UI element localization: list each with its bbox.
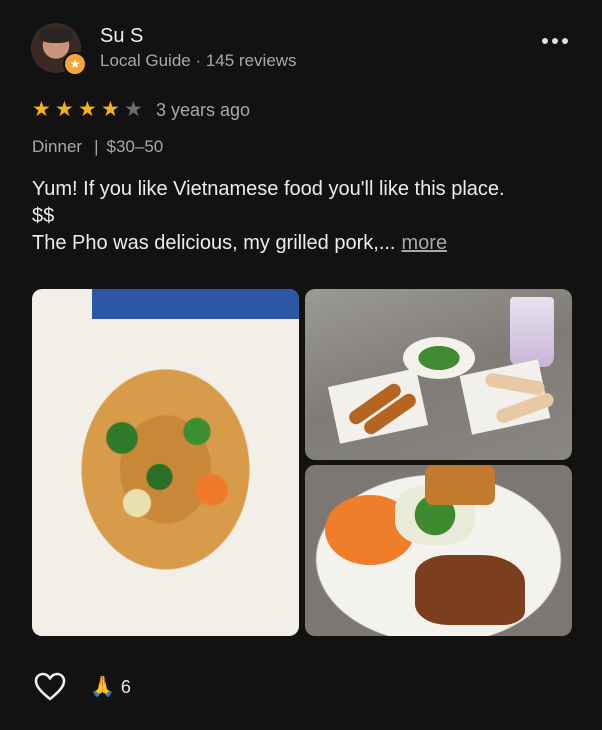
star-filled-icon: ★ [101,98,120,121]
reviewer-name[interactable]: Su S [100,25,143,48]
review-tags: Dinner | $30–50 [32,137,163,157]
star-filled-icon: ★ [78,98,97,121]
reviewer-avatar[interactable]: ★ [31,23,87,76]
vermicelli-bowl-photo[interactable] [305,465,572,636]
heart-outline-icon[interactable] [34,672,66,702]
star-empty-icon: ★ [124,98,143,121]
egg-rolls-photo[interactable] [305,289,572,460]
rating-row: ★ ★ ★ ★ ★ 3 years ago [32,99,250,121]
thanks-count: 6 [120,676,131,697]
review-text: Yum! If you like Vietnamese food you'll … [32,176,572,257]
local-guide-badge-icon: ★ [63,52,87,76]
price-tag: $30–50 [106,137,164,156]
star-filled-icon: ★ [55,98,74,121]
meal-type-tag: Dinner [32,137,83,156]
praying-hands-icon: 🙏 [90,676,115,698]
star-rating: ★ ★ ★ ★ ★ [32,99,147,121]
review-text-line: $$ [32,205,55,227]
more-link[interactable]: more [402,232,448,254]
pho-bowl-photo[interactable] [32,289,299,636]
review-text-line: The Pho was delicious, my grilled pork,.… [32,232,396,254]
tag-separator: | [94,137,99,156]
thanks-button[interactable]: 🙏 6 [90,676,131,698]
review-date: 3 years ago [156,99,251,120]
reviewer-meta: Local Guide · 145 reviews [100,51,297,70]
review-text-line: Yum! If you like Vietnamese food you'll … [32,178,505,200]
more-options-icon[interactable] [542,34,568,48]
star-filled-icon: ★ [32,98,51,121]
review-actions: 🙏 6 [34,672,131,702]
